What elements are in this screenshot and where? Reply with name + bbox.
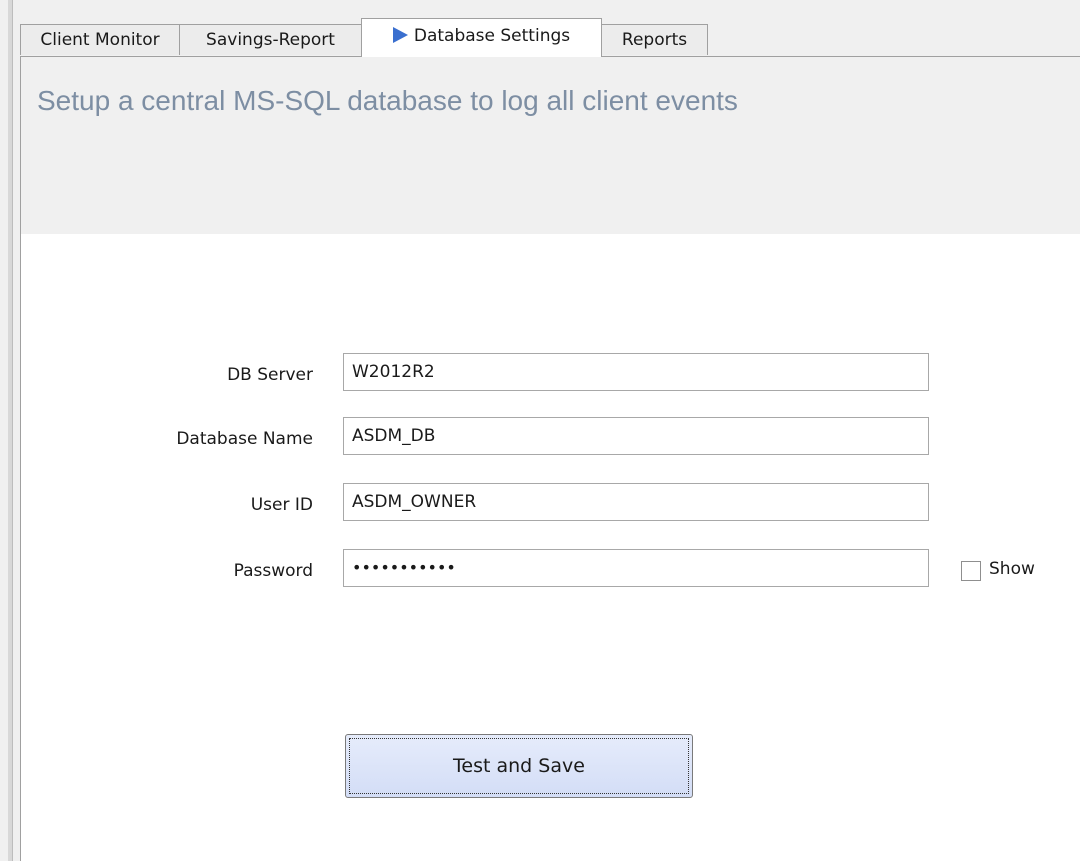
tab-client-monitor[interactable]: Client Monitor <box>20 24 180 55</box>
db-server-label: DB Server <box>227 365 313 385</box>
show-password-checkbox[interactable] <box>961 561 981 581</box>
user-id-input[interactable]: ASDM_OWNER <box>343 483 929 521</box>
password-label: Password <box>233 561 313 581</box>
header-band: Setup a central MS-SQL database to log a… <box>21 57 1080 234</box>
tab-reports[interactable]: Reports <box>601 24 708 55</box>
app-window: Client Monitor Savings-Report Database S… <box>0 0 1080 861</box>
focus-rectangle <box>349 738 689 794</box>
play-arrow-icon <box>392 27 408 43</box>
tab-savings-report[interactable]: Savings-Report <box>179 24 362 55</box>
page-title: Setup a central MS-SQL database to log a… <box>37 85 738 116</box>
show-password-label[interactable]: Show <box>989 559 1035 579</box>
window-left-border <box>8 0 13 861</box>
database-name-label: Database Name <box>176 429 313 449</box>
db-server-input[interactable]: W2012R2 <box>343 353 929 391</box>
tab-strip: Client Monitor Savings-Report Database S… <box>20 18 1080 57</box>
tab-label: Client Monitor <box>40 30 160 50</box>
tab-label: Database Settings <box>413 26 571 46</box>
database-settings-panel: Setup a central MS-SQL database to log a… <box>20 56 1080 861</box>
user-id-label: User ID <box>250 495 313 515</box>
password-input[interactable]: ••••••••••• <box>343 549 929 587</box>
test-and-save-button[interactable]: Test and Save <box>345 734 693 798</box>
tab-database-settings[interactable]: Database Settings <box>361 18 602 57</box>
tab-label: Savings-Report <box>206 30 335 50</box>
tab-label: Reports <box>621 30 688 50</box>
database-name-input[interactable]: ASDM_DB <box>343 417 929 455</box>
